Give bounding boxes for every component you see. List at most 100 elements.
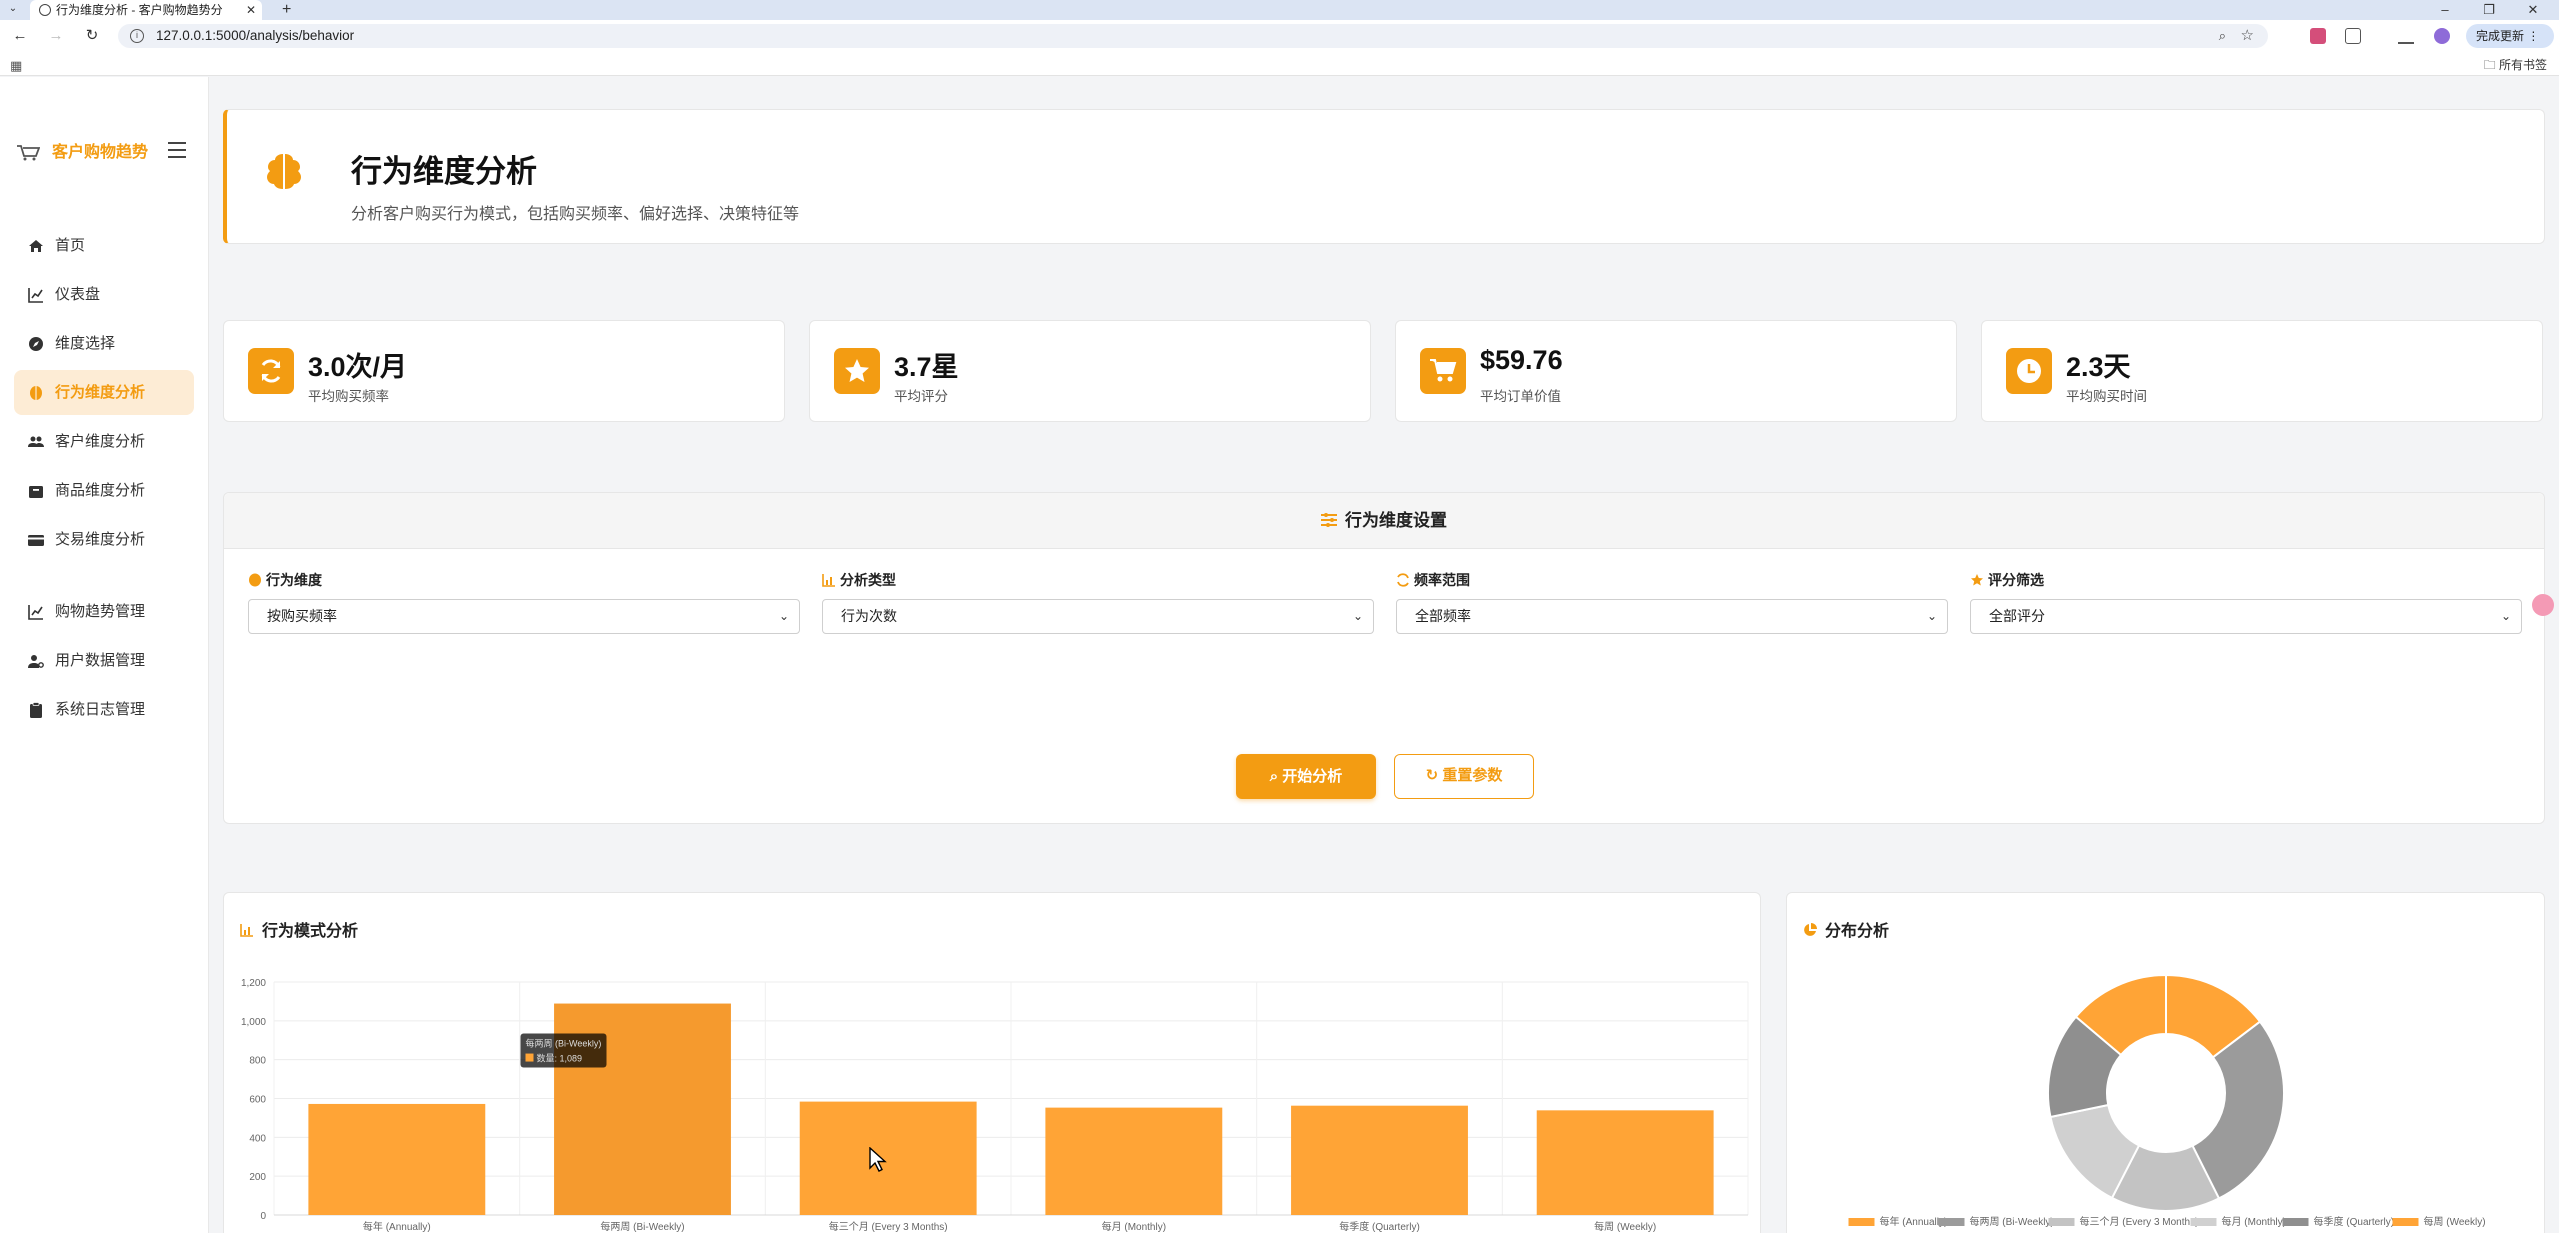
behavior-dimension-select[interactable]: 按购买频率 ⌄ — [248, 599, 800, 634]
floating-assistant-icon[interactable] — [2532, 594, 2554, 616]
all-bookmarks[interactable]: 🗀 所有书签 — [2484, 56, 2547, 77]
zoom-magnifier-icon[interactable]: ⌕ — [2219, 28, 2226, 44]
tooltip-swatch — [525, 1053, 534, 1062]
new-tab-plus-icon[interactable]: + — [282, 0, 291, 20]
bookmark-star-icon[interactable]: ☆ — [2241, 26, 2254, 44]
y-tick-label: 0 — [260, 1211, 266, 1222]
legend-swatch — [2392, 1218, 2419, 1226]
analysis-type-select[interactable]: 行为次数 ⌄ — [822, 599, 1374, 634]
doughnut-chart[interactable]: 每年 (Annually) 每两周 (Bi-Weekly) 每三个月 (Every … — [1787, 893, 2546, 1233]
start-analysis-button[interactable]: ⌕ 开始分析 — [1236, 754, 1376, 799]
select-value: 按购买频率 — [267, 608, 337, 624]
star-icon — [1971, 574, 1983, 586]
x-tick-label: 每季度 (Quarterly) — [1339, 1220, 1420, 1233]
close-tab-icon[interactable]: ✕ — [246, 0, 256, 20]
legend-swatch — [1848, 1218, 1875, 1226]
chevron-down-icon: ⌄ — [1352, 609, 1363, 623]
brain-icon — [30, 386, 42, 400]
y-tick-label: 1,200 — [241, 978, 266, 989]
sidebar-item-label: 维度选择 — [55, 335, 116, 352]
brand-title: 客户购物趋势 — [52, 144, 149, 161]
field-label: 行为维度 — [248, 569, 800, 591]
rating-filter-select[interactable]: 全部评分 ⌄ — [1970, 599, 2522, 634]
sidebar-item-dashboard[interactable]: 仪表盘 — [14, 272, 194, 317]
profile-avatar[interactable] — [2434, 28, 2450, 44]
cart-icon — [1420, 348, 1466, 394]
chevron-down-icon: ⌄ — [1926, 609, 1937, 623]
address-bar[interactable]: i 127.0.0.1:5000/analysis/behavior ⌕ ☆ — [118, 24, 2268, 48]
frequency-range-select[interactable]: 全部频率 ⌄ — [1396, 599, 1948, 634]
stat-card-rating: 3.7星 平均评分 — [809, 320, 1371, 422]
stat-label: 平均评分 — [894, 389, 948, 404]
stat-label: 平均购买时间 — [2066, 389, 2147, 404]
chart-line-icon — [28, 605, 43, 620]
clipboard-icon — [30, 702, 42, 718]
sidebar-item-label: 交易维度分析 — [55, 531, 146, 548]
users-icon — [28, 436, 44, 447]
page-title: 行为维度分析 — [351, 154, 537, 189]
sidebar-item-customer-analysis[interactable]: 客户维度分析 — [14, 419, 194, 464]
sidebar-item-trend-management[interactable]: 购物趋势管理 — [14, 589, 194, 634]
tab-title: 行为维度分析 - 客户购物趋势分 — [56, 3, 223, 17]
legend-swatch — [1938, 1218, 1965, 1226]
brain-icon — [267, 154, 301, 189]
sidebar-item-product-analysis[interactable]: 商品维度分析 — [14, 468, 194, 513]
field-label: 评分筛选 — [1970, 569, 2522, 591]
window-close-icon[interactable]: ✕ — [2518, 0, 2548, 20]
sync-icon — [248, 348, 294, 394]
download-icon[interactable] — [2398, 28, 2414, 44]
chart-bar-icon — [822, 574, 835, 587]
apps-grid-icon[interactable]: ▦ — [10, 58, 22, 74]
sidebar-item-transaction-analysis[interactable]: 交易维度分析 — [14, 517, 194, 562]
x-tick-label: 每月 (Monthly) — [1102, 1220, 1166, 1233]
bar — [308, 1103, 486, 1215]
sidebar-item-behavior-analysis[interactable]: 行为维度分析 — [14, 370, 194, 415]
legend-swatch — [2282, 1218, 2309, 1226]
site-info-icon[interactable]: i — [130, 29, 144, 43]
back-arrow-icon[interactable]: ← — [10, 26, 30, 46]
extensions-puzzle-icon[interactable] — [2345, 28, 2361, 44]
sidebar-item-user-data[interactable]: 用户数据管理 — [14, 638, 194, 683]
tab-search-chevron-icon[interactable]: ⌄ — [6, 2, 20, 16]
sidebar-item-system-log[interactable]: 系统日志管理 — [14, 687, 194, 732]
sidebar-item-label: 客户维度分析 — [55, 433, 146, 450]
reload-icon[interactable]: ↻ — [82, 26, 102, 46]
browser-tab[interactable]: 行为维度分析 - 客户购物趋势分 ✕ — [30, 0, 262, 20]
bar-chart[interactable]: 0 200 400 600 800 1,000 1,200 每年 (Annually) 每两周 … — [224, 893, 1762, 1233]
page-subtitle: 分析客户购买行为模式，包括购买频率、偏好选择、决策特征等 — [351, 206, 800, 223]
browser-tab-strip: ⌄ 行为维度分析 - 客户购物趋势分 ✕ + – ❐ ✕ — [0, 0, 2559, 20]
chevron-down-icon: ⌄ — [778, 609, 789, 623]
menu-toggle-icon[interactable] — [168, 142, 186, 158]
restore-icon[interactable]: ❐ — [2474, 0, 2504, 20]
credit-card-icon — [28, 535, 44, 546]
legend-label: 每周 (Weekly) — [2424, 1215, 2486, 1228]
sidebar-item-dimension-select[interactable]: 维度选择 — [14, 321, 194, 366]
select-value: 全部评分 — [1989, 608, 2045, 624]
sidebar-item-label: 商品维度分析 — [55, 482, 146, 499]
url-text[interactable]: 127.0.0.1:5000/analysis/behavior — [156, 24, 354, 48]
reset-params-button[interactable]: ↻ 重置参数 — [1394, 754, 1534, 799]
home-icon — [29, 240, 43, 252]
x-tick-label: 每三个月 (Every 3 Months) — [829, 1220, 948, 1233]
legend-label: 每三个月 (Every 3 Months) — [2080, 1215, 2199, 1228]
behavior-settings-panel: 行为维度设置 行为维度 按购买频率 ⌄ 分析类型 行为次数 ⌄ 频率范围 全部频率 ⌄… — [223, 492, 2545, 824]
settings-title-text: 行为维度设置 — [1345, 511, 1447, 530]
compass-icon — [29, 337, 43, 351]
y-tick-label: 600 — [249, 1095, 266, 1106]
update-button[interactable]: 完成更新 ⋮ — [2466, 24, 2554, 48]
extension-icon[interactable] — [2310, 28, 2326, 44]
forward-arrow-icon[interactable]: → — [46, 26, 66, 46]
field-label-text: 频率范围 — [1414, 572, 1470, 588]
behavior-pattern-chart-card: 行为模式分析 0 200 400 600 800 1,000 1,200 每年 (Annual… — [223, 892, 1761, 1233]
sidebar-item-label: 用户数据管理 — [55, 652, 146, 669]
update-button-label: 完成更新 — [2476, 29, 2525, 43]
select-value: 行为次数 — [841, 608, 897, 624]
star-icon — [834, 348, 880, 394]
sidebar-item-label: 系统日志管理 — [55, 701, 146, 718]
legend-swatch — [2190, 1218, 2217, 1226]
sidebar-item-home[interactable]: 首页 — [14, 223, 194, 268]
sidebar-item-label: 首页 — [55, 237, 86, 254]
legend-label: 每年 (Annually) — [1880, 1215, 1948, 1228]
minimize-icon[interactable]: – — [2430, 0, 2460, 20]
stat-value: 3.7星 — [894, 352, 959, 382]
